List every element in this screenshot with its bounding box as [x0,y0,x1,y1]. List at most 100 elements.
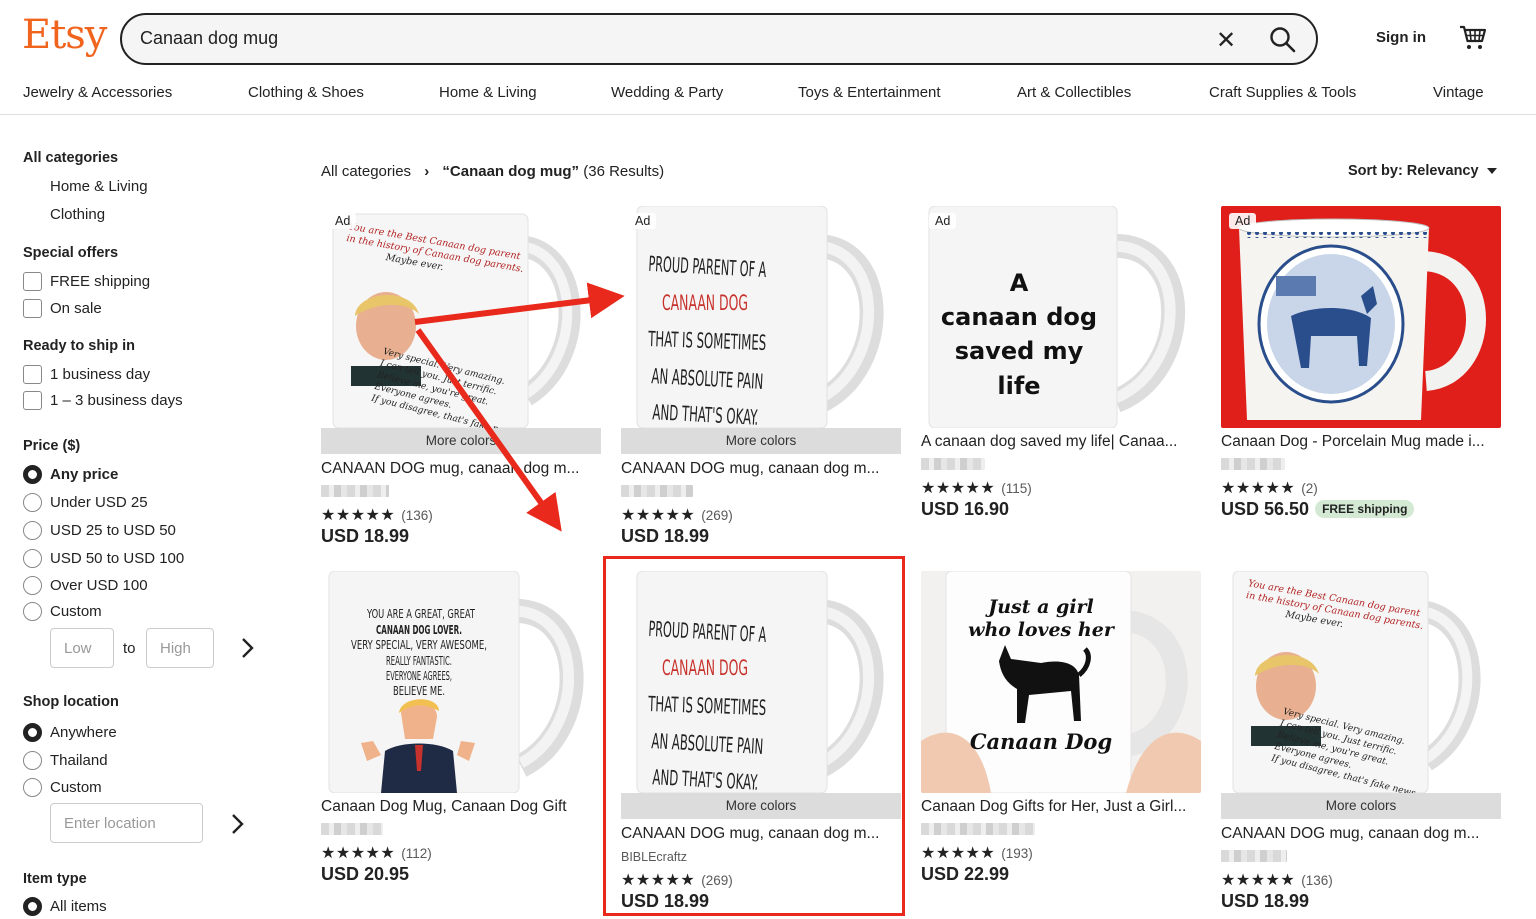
svg-text:EVERYONE AGREES,: EVERYONE AGREES, [386,669,452,683]
ad-badge: Ad [929,213,957,229]
ready-to-ship-heading: Ready to ship in [23,338,135,354]
nav-toys-entertainment[interactable]: Toys & Entertainment [798,84,941,101]
radio[interactable] [23,548,42,568]
ad-badge: Ad [329,213,357,229]
chevron-right-icon[interactable] [237,636,257,660]
listing-title[interactable]: CANAAN DOG mug, canaan dog m... [1221,825,1499,843]
more-colors-bar[interactable]: More colors [1221,793,1501,819]
listing-title[interactable]: Canaan Dog Mug, Canaan Dog Gift [321,798,599,816]
svg-text:CANAAN DOG LOVER.: CANAAN DOG LOVER. [376,623,462,637]
svg-text:THAT IS SOMETIMES: THAT IS SOMETIMES [647,327,766,355]
review-count: (136) [1301,872,1333,888]
radio[interactable] [23,575,42,595]
nav-wedding-party[interactable]: Wedding & Party [611,84,723,101]
svg-text:saved my: saved my [955,337,1084,365]
checkbox[interactable] [23,298,42,318]
checkbox[interactable] [23,364,42,384]
nav-vintage[interactable]: Vintage [1433,84,1484,101]
radio[interactable] [23,777,42,797]
radio[interactable] [23,896,42,916]
listing-image[interactable]: PROUD PARENT OF A CANAAN DOG THAT IS SOM… [621,206,901,428]
star-rating-icon: ★★★★★ [321,845,396,862]
category-home-living[interactable]: Home & Living [50,178,148,195]
nav-art-collectibles[interactable]: Art & Collectibles [1017,84,1131,101]
radio[interactable] [23,722,42,742]
radio[interactable] [23,750,42,770]
svg-text:YOU ARE A GREAT, GREAT: YOU ARE A GREAT, GREAT [366,607,475,621]
special-offers-heading: Special offers [23,245,119,261]
option-label: 1 – 3 business days [50,391,183,409]
price-any-radio[interactable]: Any price [23,464,118,484]
radio[interactable] [23,464,42,484]
search-bar: ✕ [120,13,1318,65]
cart-icon[interactable] [1458,22,1488,52]
listing-image[interactable]: Ad [1221,206,1501,428]
review-count: (269) [701,507,733,523]
shop-name[interactable]: BIBLEcraftz [621,850,687,864]
location-anywhere-radio[interactable]: Anywhere [23,722,117,742]
etsy-logo[interactable]: Etsy [22,12,107,58]
svg-text:CANAAN DOG: CANAAN DOG [662,291,748,315]
price-low-input[interactable]: Low [50,628,114,668]
listing-image[interactable]: You are the Best Canaan dog parent in th… [321,206,601,428]
price-custom-radio[interactable]: Custom [23,601,102,621]
listing-image[interactable]: YOU ARE A GREAT, GREAT CANAAN DOG LOVER.… [321,571,601,793]
listing-image[interactable]: PROUD PARENT OF A CANAAN DOG THAT IS SOM… [621,571,901,793]
breadcrumb-root[interactable]: All categories [321,163,411,180]
price-under-25-radio[interactable]: Under USD 25 [23,492,148,512]
location-thailand-radio[interactable]: Thailand [23,750,108,770]
listing-title[interactable]: CANAAN DOG mug, canaan dog m... [621,825,899,843]
chevron-right-icon[interactable] [227,812,247,836]
nav-craft-supplies[interactable]: Craft Supplies & Tools [1209,84,1356,101]
nav-clothing-shoes[interactable]: Clothing & Shoes [248,84,364,101]
category-clothing[interactable]: Clothing [50,206,105,223]
svg-text:life: life [997,372,1040,400]
ship-1-day-checkbox[interactable]: 1 business day [23,364,150,384]
item-type-all-radio[interactable]: All items [23,896,107,916]
listing-image[interactable]: You are the Best Canaan dog parent in th… [1221,571,1501,793]
search-icon[interactable] [1268,25,1298,55]
listing-title[interactable]: Canaan Dog - Porcelain Mug made i... [1221,433,1499,451]
ship-1-3-days-checkbox[interactable]: 1 – 3 business days [23,390,183,410]
close-icon[interactable]: ✕ [1216,26,1236,55]
price-over-100-radio[interactable]: Over USD 100 [23,575,148,595]
on-sale-checkbox[interactable]: On sale [23,298,102,318]
nav-home-living[interactable]: Home & Living [439,84,537,101]
search-input[interactable] [140,28,1190,49]
review-count: (2) [1301,480,1318,496]
nav-jewelry-accessories[interactable]: Jewelry & Accessories [23,84,172,101]
listing-title[interactable]: Canaan Dog Gifts for Her, Just a Girl... [921,798,1199,816]
location-input[interactable]: Enter location [50,803,203,843]
sort-label: Sort by: Relevancy [1348,163,1479,179]
radio[interactable] [23,520,42,540]
svg-text:Canaan Dog: Canaan Dog [970,729,1112,754]
review-count: (269) [701,872,733,888]
free-shipping-checkbox[interactable]: FREE shipping [23,271,150,291]
checkbox[interactable] [23,271,42,291]
checkbox[interactable] [23,390,42,410]
location-custom-radio[interactable]: Custom [23,777,102,797]
shop-location-heading: Shop location [23,694,119,710]
radio[interactable] [23,601,42,621]
price-high-input[interactable]: High [146,628,214,668]
listing-title[interactable]: A canaan dog saved my life| Canaa... [921,433,1199,451]
star-rating-icon: ★★★★★ [621,872,696,889]
sign-in-link[interactable]: Sign in [1376,29,1426,46]
all-categories-link[interactable]: All categories [23,150,118,166]
sort-dropdown[interactable]: Sort by: Relevancy [1348,163,1497,179]
price-25-50-radio[interactable]: USD 25 to USD 50 [23,520,176,540]
listing-image[interactable]: A canaan dog saved my life Ad [921,206,1201,428]
radio[interactable] [23,492,42,512]
price-50-100-radio[interactable]: USD 50 to USD 100 [23,548,184,568]
more-colors-bar[interactable]: More colors [321,428,601,454]
mug-great-lover-photo: YOU ARE A GREAT, GREAT CANAAN DOG LOVER.… [321,571,601,793]
price-heading: Price ($) [23,438,81,454]
more-colors-bar[interactable]: More colors [621,793,901,819]
price-value: USD 56.50 [1221,499,1310,519]
listing-title[interactable]: CANAAN DOG mug, canaan dog m... [321,460,599,478]
listing-title[interactable]: CANAAN DOG mug, canaan dog m... [621,460,899,478]
free-shipping-badge: FREE shipping [1315,500,1415,518]
listing-image[interactable]: Just a girl who loves her Canaan Dog [921,571,1201,793]
more-colors-bar[interactable]: More colors [621,428,901,454]
svg-text:VERY SPECIAL, VERY AWESOME,: VERY SPECIAL, VERY AWESOME, [351,638,487,652]
